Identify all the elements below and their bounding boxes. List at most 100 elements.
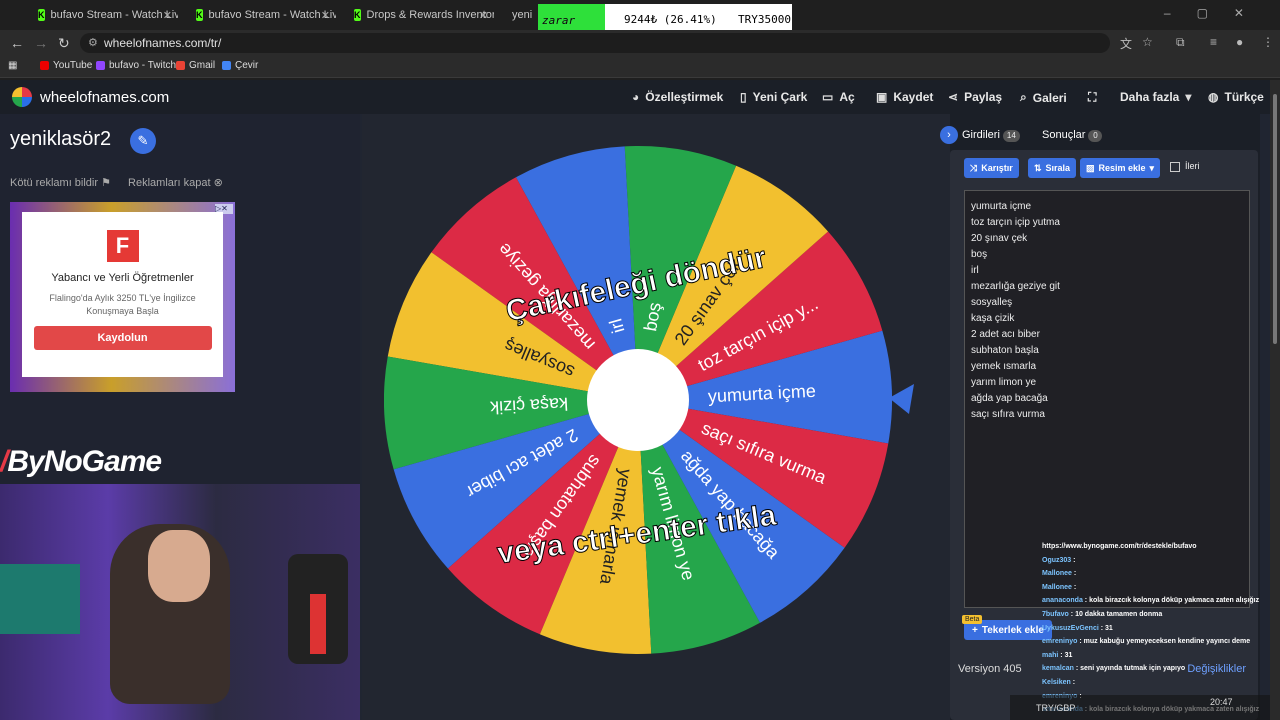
chat-text: :	[1073, 570, 1077, 578]
reload-icon[interactable]: ↻	[58, 35, 70, 52]
customize-button[interactable]: ◕ Özelleştirmek	[632, 90, 723, 104]
currency-widget[interactable]: TRY/GBP	[1036, 703, 1075, 713]
wheel-segment-label: kaşa çizik	[489, 394, 569, 418]
wheel-title: yeniklasör2	[10, 128, 112, 150]
gallery-button[interactable]: ⌕ Galeri	[1020, 90, 1067, 105]
microphone	[288, 554, 348, 664]
browser-tab[interactable]: K Drops & Rewards Inventory - K✕	[344, 4, 494, 26]
sort-button[interactable]: ⇅ Sırala	[1028, 158, 1077, 178]
browser-tab[interactable]: Kbufavo Stream - Watch Live on✕	[186, 4, 336, 26]
taskbar: TRY/GBP 20:47	[1010, 695, 1280, 720]
edit-title-button[interactable]: ✎	[130, 128, 156, 154]
streamer-head	[148, 530, 210, 602]
menu-icon[interactable]: ⋮	[1262, 35, 1274, 49]
ad-card[interactable]: F Yabancı ve Yerli Öğretmenler Flalingo'…	[22, 212, 223, 377]
clock[interactable]: 20:47	[1210, 697, 1233, 707]
folder-icon: ▭	[822, 90, 834, 104]
save-icon: ▣	[876, 90, 888, 104]
ad-logo: F	[106, 230, 139, 262]
window-controls[interactable]: –▢✕	[1164, 6, 1270, 20]
share-button[interactable]: ⋖ Paylaş	[948, 90, 1002, 104]
chat-message: ananaconda : kola birazcık kolonya döküp…	[1042, 594, 1280, 608]
kick-icon: K	[196, 9, 203, 21]
stock-value: 9244₺ (26.41%)	[624, 13, 717, 26]
page-scrollbar[interactable]	[1270, 80, 1280, 720]
chat-username: kemalcan	[1042, 665, 1076, 673]
chat-message: Kelsiken :	[1042, 676, 1280, 690]
close-icon[interactable]: ⊗	[214, 177, 223, 189]
ad-cta-button[interactable]: Kaydolun	[33, 326, 212, 350]
entry-line: ağda yap bacağa	[971, 393, 1048, 404]
save-button[interactable]: ▣ Kaydet	[876, 90, 933, 104]
tab-entries[interactable]: Girdileri 14	[962, 129, 1020, 142]
address-bar-row: ← → ↻ ⚙ wheelofnames.com/tr/ 文 ☆ ⧉ ≡ ● ⋮	[0, 30, 1280, 56]
media-icon[interactable]: ≡	[1210, 35, 1217, 49]
apps-icon[interactable]: ▦	[8, 60, 17, 71]
gmail-icon	[176, 61, 185, 70]
profile-avatar[interactable]: ●	[1236, 35, 1243, 49]
translate-icon[interactable]: 文	[1120, 35, 1132, 52]
bookmark-star-icon[interactable]: ☆	[1142, 35, 1153, 49]
close-ads-link[interactable]: Reklamları kapat	[128, 177, 211, 189]
chat-message: emreninyo : muz kabuğu yemeyeceksen kend…	[1042, 635, 1280, 649]
shuffle-button[interactable]: ⤨ Karıştır	[964, 158, 1019, 178]
entry-line: toz tarçın içip yutma	[971, 217, 1060, 228]
report-ad-link[interactable]: Kötü reklamı bildir	[10, 177, 98, 189]
brand[interactable]: wheelofnames.com	[12, 87, 169, 107]
tab-results[interactable]: Sonuçlar 0	[1042, 129, 1103, 142]
sort-icon: ⇅	[1034, 162, 1042, 173]
chat-message: kemalcan : seni yayında tutmak için yapı…	[1042, 662, 1280, 676]
chat-username: 7bufavo	[1042, 610, 1071, 618]
chat-username: emreninyo	[1042, 638, 1080, 646]
tab-title: Drops & Rewards Inventory - K	[366, 9, 495, 21]
twitch-icon	[96, 61, 105, 70]
entry-line: yumurta içme	[971, 201, 1032, 212]
forward-icon[interactable]: →	[34, 35, 48, 51]
chat-text: : kola birazcık kolonya döküp yakmaca za…	[1084, 597, 1260, 605]
fullscreen-icon[interactable]: ⛶	[1088, 90, 1096, 105]
bookmark-gmail[interactable]: Gmail	[176, 60, 215, 71]
url-text: wheelofnames.com/tr/	[104, 36, 222, 50]
wheel-center[interactable]	[587, 349, 689, 451]
open-button[interactable]: ▭ Aç	[822, 90, 855, 104]
advanced-checkbox[interactable]	[1170, 162, 1180, 172]
chat-text: https://www.bynogame.com/tr/destekle/buf…	[1042, 543, 1197, 550]
chat-message: Mallonee :	[1042, 581, 1280, 595]
url-bar[interactable]: ⚙ wheelofnames.com/tr/	[80, 33, 1110, 53]
entry-line: boş	[971, 249, 988, 260]
browser-tab-active[interactable]: yeni	[502, 4, 542, 26]
ad-headline: Yabancı ve Yerli Öğretmenler	[51, 272, 194, 284]
chat-username: Oguz303	[1042, 556, 1074, 564]
tab-title: bufavo Stream - Watch Live on	[208, 9, 337, 21]
close-icon[interactable]: ✕	[163, 9, 172, 22]
chat-text: :	[1072, 678, 1076, 686]
chat-message: Oguz303 :	[1042, 554, 1280, 568]
bookmarks-bar: ▦ YouTube bufavo - Twitch Gmail Çevir	[0, 56, 1280, 78]
bookmark-youtube[interactable]: YouTube	[40, 60, 92, 71]
chat-username: Mallonee	[1042, 570, 1074, 578]
bookmark-translate[interactable]: Çevir	[222, 60, 258, 71]
new-wheel-button[interactable]: ▯ Yeni Çark	[740, 90, 807, 104]
language-select[interactable]: ◍ Türkçe	[1208, 90, 1264, 104]
add-image-button[interactable]: ▨ Resim ekle ▾	[1080, 158, 1161, 178]
translate-icon	[222, 61, 231, 70]
browser-tab[interactable]: Kbufavo Stream - Watch Live on✕	[28, 4, 178, 26]
tab-title: bufavo Stream - Watch Live on	[50, 9, 179, 21]
entry-line: kaşa çizik	[971, 313, 1015, 324]
chat-text: : 31	[1060, 651, 1073, 659]
chevron-down-icon: ▾	[1185, 90, 1192, 104]
extensions-icon[interactable]: ⧉	[1176, 35, 1185, 50]
beta-badge: Beta	[962, 615, 983, 624]
close-icon[interactable]: ✕	[479, 9, 488, 22]
back-icon[interactable]: ←	[10, 35, 24, 51]
spin-wheel[interactable]: yumurta içmetoz tarçın içip y...20 şınav…	[384, 144, 924, 684]
webcam-overlay	[0, 484, 360, 720]
more-menu[interactable]: Daha fazla ▾	[1120, 90, 1191, 104]
chat-text: : muz kabuğu yemeyeceksen kendine yayınc…	[1079, 638, 1251, 646]
close-icon[interactable]: ✕	[321, 9, 330, 22]
site-nav: wheelofnames.com ◕ Özelleştirmek ▯ Yeni Ça…	[0, 80, 1280, 114]
site-info-icon[interactable]: ⚙	[88, 36, 98, 49]
entry-line: 20 şınav çek	[971, 233, 1028, 244]
collapse-panel-button[interactable]: ›	[940, 126, 958, 144]
bookmark-twitch[interactable]: bufavo - Twitch	[96, 60, 176, 71]
